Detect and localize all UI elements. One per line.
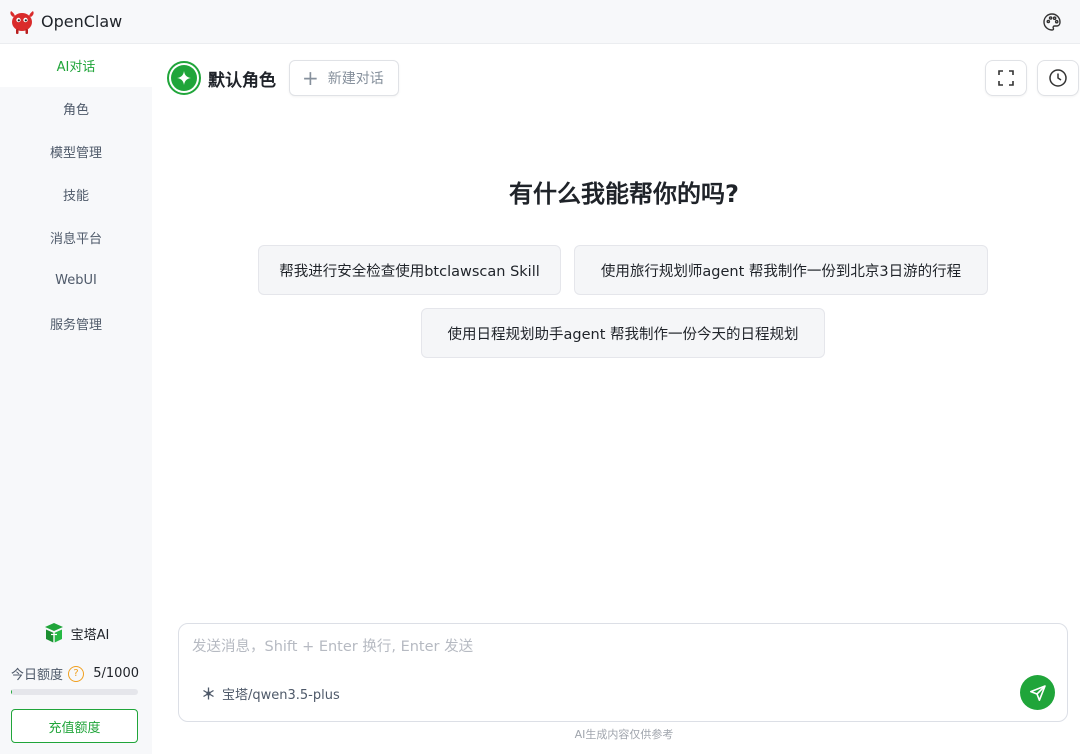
- model-icon: [203, 687, 214, 700]
- history-button[interactable]: [1037, 60, 1079, 96]
- sidebar-item-roles[interactable]: 角色: [0, 87, 152, 130]
- sidebar-item-label: 消息平台: [49, 232, 102, 247]
- send-button[interactable]: [1020, 675, 1055, 710]
- brand[interactable]: OpenClaw: [8, 8, 122, 36]
- sidebar-item-webui[interactable]: WebUI: [0, 259, 152, 302]
- app-name: OpenClaw: [41, 12, 123, 31]
- model-selector[interactable]: 宝塔/qwen3.5-plus: [201, 684, 340, 703]
- sidebar-item-label: 服务管理: [49, 318, 102, 333]
- sidebar-item-services[interactable]: 服务管理: [0, 302, 152, 345]
- palette-icon: [1043, 13, 1061, 31]
- clock-icon: [1049, 69, 1067, 87]
- sidebar-item-skills[interactable]: 技能: [0, 173, 152, 216]
- suggestion-chip[interactable]: 使用日程规划助手agent 帮我制作一份今天的日程规划: [421, 308, 825, 358]
- message-input[interactable]: [192, 636, 1042, 658]
- sidebar-item-models[interactable]: 模型管理: [0, 130, 152, 173]
- sidebar-item-ai-chat[interactable]: AI对话: [0, 44, 152, 87]
- openclaw-logo-icon: [10, 10, 34, 34]
- disclaimer: AI生成内容仅供参考: [574, 728, 674, 741]
- baota-brand-name: 宝塔AI: [70, 627, 110, 643]
- sidebar-item-label: 角色: [62, 103, 89, 118]
- message-composer: 宝塔/qwen3.5-plus: [178, 623, 1068, 722]
- sidebar-item-messaging[interactable]: 消息平台: [0, 216, 152, 259]
- role-name[interactable]: 默认角色: [208, 66, 276, 91]
- sparkle-icon: [177, 71, 191, 85]
- quota-label: 今日额度: [11, 668, 64, 683]
- new-chat-button[interactable]: + 新建对话: [289, 60, 399, 96]
- plus-icon: +: [302, 66, 319, 90]
- fullscreen-icon: [998, 70, 1014, 86]
- sidebar-item-label: 模型管理: [49, 146, 102, 161]
- suggestion-chip[interactable]: 使用旅行规划师agent 帮我制作一份到北京3日游的行程: [574, 245, 988, 295]
- sidebar-item-label: AI对话: [56, 60, 96, 75]
- quota-progress-bar: [11, 689, 138, 695]
- baota-brand: 宝塔AI: [0, 622, 152, 644]
- model-name: 宝塔/qwen3.5-plus: [222, 688, 340, 703]
- page-title: 有什么我能帮你的吗?: [509, 180, 739, 208]
- fullscreen-button[interactable]: [985, 60, 1027, 96]
- suggestion-chip[interactable]: 帮我进行安全检查使用btclawscan Skill: [258, 245, 561, 295]
- top-bar: OpenClaw: [0, 0, 1080, 44]
- sidebar-item-label: WebUI: [55, 273, 97, 288]
- role-avatar[interactable]: [167, 61, 201, 95]
- recharge-button[interactable]: 充值额度: [11, 709, 138, 743]
- send-icon: [1029, 684, 1046, 701]
- quota-count: 5/1000: [93, 666, 139, 681]
- quota-progress-fill: [11, 689, 12, 695]
- sidebar: AI对话 角色 模型管理 技能 消息平台 WebUI 服务管理 宝塔AI 今日额…: [0, 44, 152, 754]
- sidebar-item-label: 技能: [62, 189, 89, 204]
- new-chat-label: 新建对话: [327, 71, 384, 87]
- theme-button[interactable]: [1040, 10, 1064, 34]
- baota-logo-icon: [44, 623, 63, 643]
- help-icon[interactable]: ?: [68, 665, 85, 682]
- quota-row: 今日额度 ? 5/1000: [11, 664, 139, 683]
